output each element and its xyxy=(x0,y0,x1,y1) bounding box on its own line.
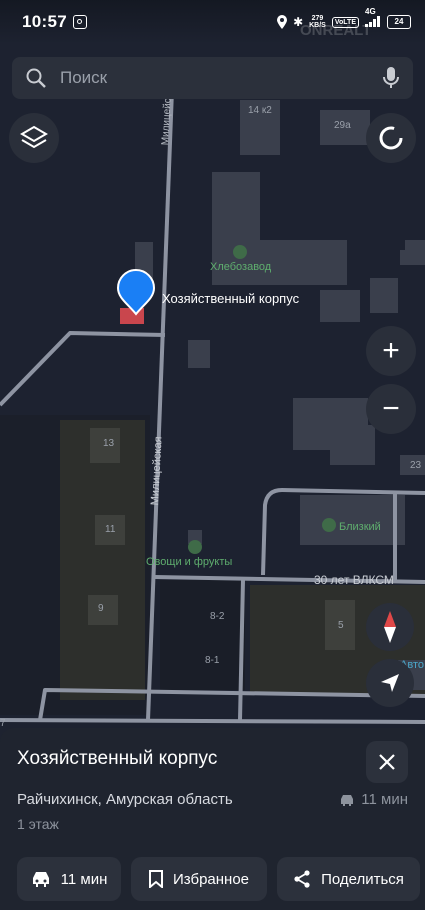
navigation-arrow-icon xyxy=(381,674,399,692)
bookmark-icon xyxy=(148,870,163,888)
house-number: 23 xyxy=(410,460,422,471)
route-button[interactable]: 11 мин xyxy=(17,857,121,901)
share-button[interactable]: Поделиться xyxy=(277,857,420,901)
travel-time: 11 мин xyxy=(339,791,408,808)
car-icon xyxy=(341,794,354,806)
search-icon xyxy=(26,68,46,88)
spinner-icon xyxy=(379,126,403,150)
compass-icon xyxy=(384,611,396,643)
compass-button[interactable] xyxy=(366,603,414,651)
bakery-icon xyxy=(233,245,247,259)
place-card: Хозяйственный корпус Райчихинск, Амурска… xyxy=(0,728,425,910)
close-icon xyxy=(379,754,395,770)
selected-place-label: Хозяйственный корпус xyxy=(162,291,300,306)
plus-icon: + xyxy=(382,334,400,367)
location-icon xyxy=(277,15,288,29)
car-icon xyxy=(32,872,49,887)
house-number: 29а xyxy=(334,120,351,131)
house-number: 8-2 xyxy=(210,611,225,622)
share-icon xyxy=(294,870,310,888)
my-location-button[interactable] xyxy=(366,659,414,707)
microphone-icon[interactable] xyxy=(383,67,399,89)
search-bar[interactable]: Поиск xyxy=(12,57,413,99)
watermark: ONREALT xyxy=(300,22,372,39)
loading-button[interactable] xyxy=(366,113,416,163)
action-bar: 11 мин Избранное Поделиться xyxy=(17,857,420,901)
place-floor: 1 этаж xyxy=(17,816,59,832)
house-number: 13 xyxy=(103,438,115,449)
shop-icon xyxy=(322,518,336,532)
house-number: 11 xyxy=(105,524,116,535)
street-label: 30 лет ВЛКСМ xyxy=(314,573,394,587)
house-number: 9 xyxy=(98,603,104,614)
instagram-icon xyxy=(72,15,87,29)
zoom-in-button[interactable]: + xyxy=(366,326,416,376)
grocery-icon xyxy=(188,540,202,554)
house-number: 8-1 xyxy=(205,655,220,666)
poi-label[interactable]: Овощи и фрукты xyxy=(146,556,232,568)
house-number: 5 xyxy=(338,620,344,631)
map-canvas[interactable]: 14 к2 29а 13 11 9 8-2 8-1 5 23 7 Милицей… xyxy=(0,0,425,730)
poi-label[interactable]: Хлебозавод xyxy=(210,261,271,273)
search-input[interactable]: Поиск xyxy=(60,68,383,88)
place-title: Хозяйственный корпус xyxy=(17,748,218,769)
place-address: Райчихинск, Амурская область xyxy=(17,791,233,808)
poi-label[interactable]: Близкий xyxy=(339,521,381,533)
battery-indicator: 24 xyxy=(387,15,411,29)
zoom-out-button[interactable]: − xyxy=(366,384,416,434)
house-number: 14 к2 xyxy=(248,105,272,116)
layers-icon xyxy=(20,125,48,149)
close-button[interactable] xyxy=(366,741,408,783)
location-pin-icon[interactable] xyxy=(118,270,154,314)
favorite-button[interactable]: Избранное xyxy=(131,857,267,901)
minus-icon: − xyxy=(382,392,400,425)
layers-button[interactable] xyxy=(9,113,59,163)
status-time: 10:57 xyxy=(22,12,67,31)
house-number: 7 xyxy=(0,718,6,729)
